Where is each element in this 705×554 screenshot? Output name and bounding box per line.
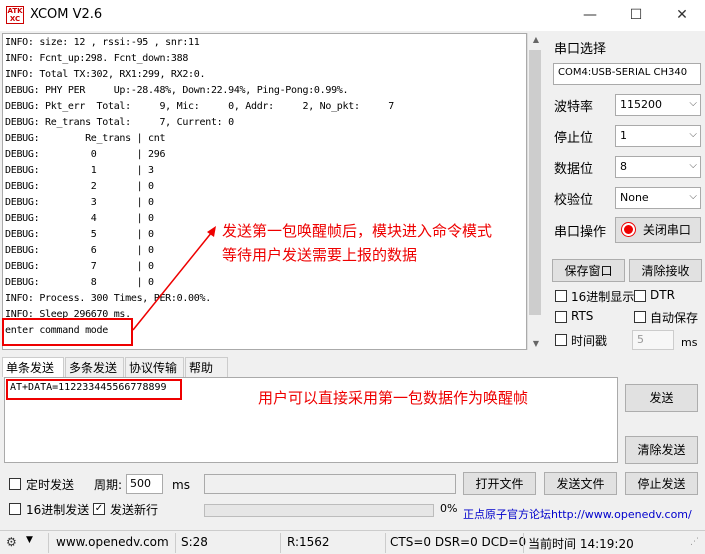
annotation-recv-line1: 发送第一包唤醒帧后，模块进入命令模式 <box>222 222 493 240</box>
chevron-down-icon: ⌵ <box>689 98 697 109</box>
status-bar: ⚙ ▼ www.openedv.com S:28 R:1562 CTS=0 DS… <box>0 530 705 554</box>
baud-select[interactable]: 115200 ⌵ <box>615 94 701 116</box>
timed-send-checkbox[interactable] <box>9 478 21 490</box>
timestamp-unit: ms <box>681 336 698 349</box>
dtr-checkbox[interactable] <box>634 290 646 302</box>
send-button[interactable]: 发送 <box>625 384 698 412</box>
data-bits-value: 8 <box>620 160 627 173</box>
port-value: COM4:USB-SERIAL CH340 <box>558 67 688 78</box>
tab-multi-send[interactable]: 多条发送 <box>65 357 124 377</box>
clear-send-button[interactable]: 清除发送 <box>625 436 698 464</box>
period-label: 周期: <box>94 478 123 492</box>
stop-bits-select[interactable]: 1 ⌵ <box>615 125 701 147</box>
port-select-label: 串口选择 <box>554 42 607 57</box>
send-file-button[interactable]: 发送文件 <box>544 472 617 495</box>
timestamp-label: 时间戳 <box>571 334 608 348</box>
timestamp-input[interactable]: 5 <box>632 330 674 350</box>
rts-checkbox[interactable] <box>555 311 567 323</box>
period-unit: ms <box>172 478 190 492</box>
parity-label: 校验位 <box>554 193 594 208</box>
status-sent-count: S:28 <box>181 535 208 549</box>
dtr-label: DTR <box>650 288 675 302</box>
timestamp-checkbox[interactable] <box>555 334 567 346</box>
annotation-send: 用户可以直接采用第一包数据作为唤醒帧 <box>258 389 529 407</box>
status-url[interactable]: www.openedv.com <box>56 535 169 549</box>
save-window-button[interactable]: 保存窗口 <box>552 259 625 282</box>
send-highlight-box <box>6 379 182 400</box>
stop-bits-label: 停止位 <box>554 131 594 146</box>
send-divider <box>618 377 622 463</box>
tab-help[interactable]: 帮助 <box>185 357 228 377</box>
hex-send-label: 16进制发送 <box>26 503 90 517</box>
send-newline-label: 发送新行 <box>110 503 159 517</box>
close-port-label: 关闭串口 <box>642 223 691 237</box>
period-input[interactable]: 500 <box>126 474 163 494</box>
hex-send-checkbox[interactable] <box>9 503 21 515</box>
port-select[interactable]: COM4:USB-SERIAL CH340 <box>553 63 701 85</box>
status-line-signals: CTS=0 DSR=0 DCD=0 <box>390 535 527 549</box>
chevron-down-icon: ⌵ <box>689 160 697 171</box>
baud-label: 波特率 <box>554 100 594 115</box>
hex-display-checkbox[interactable] <box>555 290 567 302</box>
forum-link[interactable]: 正点原子官方论坛http://www.openedv.com/ <box>463 506 692 522</box>
tab-single-send[interactable]: 单条发送 <box>2 357 64 377</box>
stop-bits-value: 1 <box>620 129 627 142</box>
file-path-input[interactable] <box>204 474 456 494</box>
baud-value: 115200 <box>620 98 662 111</box>
chevron-down-icon: ⌵ <box>689 129 697 140</box>
open-file-button[interactable]: 打开文件 <box>463 472 536 495</box>
gear-icon[interactable]: ⚙ <box>6 535 17 549</box>
data-bits-label: 数据位 <box>554 162 594 177</box>
parity-select[interactable]: None ⌵ <box>615 187 701 209</box>
send-progress-bar <box>204 504 434 517</box>
data-bits-select[interactable]: 8 ⌵ <box>615 156 701 178</box>
resize-grip-icon[interactable]: ⋰ <box>690 537 699 547</box>
clear-receive-button[interactable]: 清除接收 <box>629 259 702 282</box>
timed-send-label: 定时发送 <box>26 478 75 492</box>
hex-display-label: 16进制显示 <box>571 290 635 304</box>
port-status-icon <box>622 223 635 236</box>
auto-save-checkbox[interactable] <box>634 311 646 323</box>
dropdown-arrow-icon[interactable]: ▼ <box>26 535 33 545</box>
send-progress-percent: 0% <box>440 502 458 515</box>
chevron-down-icon: ⌵ <box>689 191 697 202</box>
status-current-time: 当前时间 14:19:20 <box>528 537 634 551</box>
rts-label: RTS <box>571 309 594 323</box>
stop-send-button[interactable]: 停止发送 <box>625 472 698 495</box>
status-received-count: R:1562 <box>287 535 330 549</box>
parity-value: None <box>620 191 649 204</box>
tab-protocol[interactable]: 协议传输 <box>125 357 184 377</box>
auto-save-label: 自动保存 <box>650 311 699 325</box>
send-newline-checkbox[interactable]: ✓ <box>93 503 105 515</box>
port-op-label: 串口操作 <box>554 225 607 240</box>
close-port-button[interactable]: 关闭串口 <box>615 217 701 243</box>
annotation-recv-line2: 等待用户发送需要上报的数据 <box>222 246 418 264</box>
